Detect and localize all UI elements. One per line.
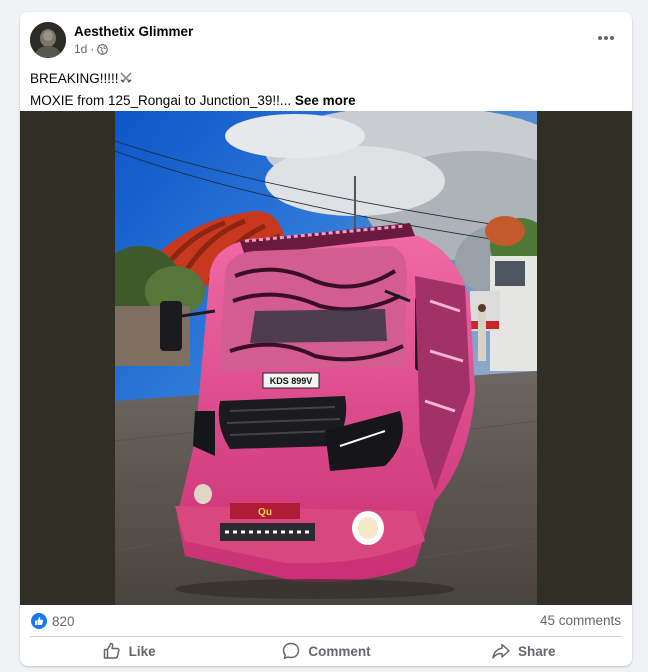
meta-separator: · [90,42,95,56]
post-text-line2: MOXIE from 125_Rongai to Junction_39!!..… [30,90,356,112]
post-body-text: MOXIE from 125_Rongai to Junction_39!!..… [30,93,292,108]
thumbs-up-icon [103,642,120,659]
post-media[interactable]: KDS 899V Qu [20,111,632,605]
reaction-count[interactable]: 820 [52,614,75,629]
author-name[interactable]: Aesthetix Glimmer [74,24,193,39]
post-header: Aesthetix Glimmer 1d · [20,12,632,64]
reaction-summary: 820 45 comments [20,605,632,637]
comment-count[interactable]: 45 comments [540,613,621,628]
post-time[interactable]: 1d [74,42,87,56]
like-reaction-icon[interactable] [31,613,47,629]
author-avatar[interactable] [30,22,66,58]
post-actions: Like Comment Share [30,638,622,664]
share-button[interactable]: Share [425,638,622,664]
post-card: Aesthetix Glimmer 1d · BREAKING!!!!! MOX… [20,12,632,666]
breaking-text: BREAKING!!!!! [30,71,119,86]
license-plate: KDS 899V [270,376,313,386]
post-meta: 1d · [74,42,109,56]
like-label: Like [128,643,156,659]
svg-text:Qu: Qu [258,507,272,518]
actions-divider [30,636,622,637]
comment-label: Comment [308,643,371,659]
globe-icon[interactable] [97,43,109,55]
share-arrow-icon [492,643,510,659]
like-button[interactable]: Like [30,638,227,664]
post-text-line1: BREAKING!!!!! [30,68,356,90]
more-options-icon[interactable] [594,30,618,46]
post-photo[interactable]: KDS 899V Qu [115,111,537,605]
post-text: BREAKING!!!!! MOXIE from 125_Rongai to J… [30,68,356,112]
see-more-link[interactable]: See more [295,93,356,108]
crossed-swords-icon [119,72,132,83]
comment-bubble-icon [283,642,300,660]
comment-button[interactable]: Comment [227,638,424,664]
share-label: Share [518,643,556,659]
